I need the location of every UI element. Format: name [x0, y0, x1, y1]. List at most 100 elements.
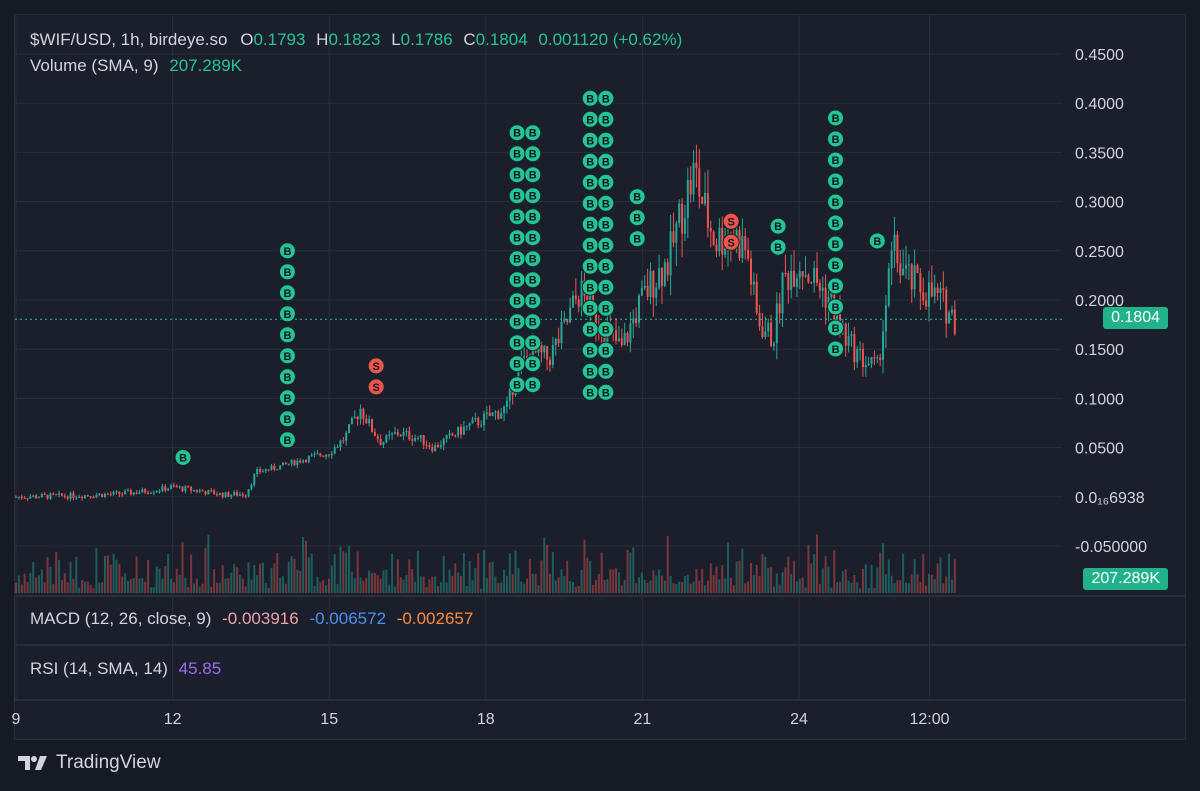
candle-body: [462, 426, 465, 435]
volume-bar: [282, 576, 285, 593]
marker-letter: B: [602, 387, 610, 399]
marker-letter: B: [832, 197, 840, 209]
volume-bar: [55, 551, 58, 593]
symbol-label[interactable]: $WIF/USD, 1h, birdeye.so: [30, 30, 227, 49]
candle-body: [190, 487, 193, 491]
volume-bar: [675, 584, 678, 593]
candle-body: [439, 445, 442, 448]
candle-body: [52, 493, 55, 495]
volume-bar: [267, 587, 270, 593]
candle-body: [615, 330, 618, 342]
volume-bar: [686, 574, 689, 593]
candle-body: [230, 495, 233, 497]
candle-body: [193, 489, 196, 491]
candle-body: [261, 471, 264, 473]
volume-bar: [293, 558, 296, 593]
volume-bar: [414, 581, 417, 593]
marker-letter: B: [602, 303, 610, 315]
candle-body: [112, 491, 115, 495]
candle-body: [58, 493, 61, 495]
candle-body: [442, 438, 445, 446]
volume-bar: [853, 575, 856, 593]
volume-bar: [632, 547, 635, 593]
marker-letter: B: [832, 134, 840, 146]
volume-bar: [503, 569, 506, 593]
candle-body: [158, 491, 161, 493]
marker-letter: B: [513, 170, 521, 182]
volume-bar: [738, 560, 741, 593]
volume-bar: [23, 573, 26, 593]
candle-body: [402, 432, 405, 437]
volume-bar: [683, 575, 686, 593]
volume-bar: [528, 558, 531, 593]
candle-body: [623, 333, 626, 345]
volume-bar: [537, 585, 540, 593]
candle-body: [913, 265, 916, 290]
candle-body: [692, 162, 695, 195]
volume-bar: [638, 577, 641, 593]
volume-bar: [276, 553, 279, 593]
candle-body: [781, 272, 784, 314]
candle-body: [640, 287, 643, 296]
volume-bar: [46, 557, 49, 593]
marker-letter: B: [602, 177, 610, 189]
volume-bar: [124, 573, 127, 593]
volume-bar: [597, 573, 600, 593]
volume-bar: [17, 575, 20, 593]
volume-bar: [948, 553, 951, 593]
volume-bar: [359, 577, 362, 593]
volume-bar: [626, 549, 629, 593]
volume-bar: [870, 564, 873, 593]
volume-bar: [864, 564, 867, 593]
candle-body: [770, 322, 773, 346]
candle-body: [675, 223, 678, 243]
volume-label[interactable]: Volume (SMA, 9): [30, 56, 159, 75]
open-value: 0.1793: [253, 30, 306, 49]
candle-body: [942, 288, 945, 290]
candle-body: [141, 489, 144, 493]
volume-bar: [388, 584, 391, 593]
volume-bar: [795, 581, 798, 593]
volume-bar: [933, 579, 936, 593]
candle-body: [204, 491, 207, 495]
volume-bar: [480, 588, 483, 593]
marker-letter: B: [513, 338, 521, 350]
candle-body: [327, 454, 330, 456]
volume-bar: [801, 577, 804, 593]
volume-bar: [101, 582, 104, 593]
tradingview-footer[interactable]: TradingView: [18, 752, 161, 774]
volume-bar: [669, 576, 672, 593]
candle-body: [695, 162, 698, 169]
marker-letter: B: [529, 191, 537, 203]
candle-body: [491, 412, 494, 417]
volume-bar: [732, 585, 735, 593]
marker-letter: B: [283, 309, 291, 321]
candle-body: [867, 363, 870, 366]
candle-body: [147, 492, 150, 494]
candle-body: [560, 321, 563, 344]
marker-letter: B: [602, 366, 610, 378]
macd-label[interactable]: MACD (12, 26, close, 9): [30, 609, 211, 628]
marker-letter: B: [513, 233, 521, 245]
rsi-label[interactable]: RSI (14, SMA, 14): [30, 659, 168, 678]
volume-bar: [709, 563, 712, 593]
volume-bar: [72, 578, 75, 593]
marker-letter: B: [586, 303, 594, 315]
marker-letter: B: [586, 387, 594, 399]
marker-letter: B: [283, 435, 291, 447]
volume-bar: [526, 578, 529, 593]
candle-body: [86, 495, 89, 497]
volume-bar: [411, 569, 414, 593]
candle-body: [660, 268, 663, 286]
candle-body: [296, 460, 299, 466]
candle-body: [129, 490, 132, 495]
volume-bar: [152, 587, 155, 593]
volume-bar: [66, 582, 69, 593]
candle-body: [907, 264, 910, 266]
candle-body: [468, 423, 471, 426]
candle-body: [92, 496, 95, 498]
volume-bar: [244, 586, 247, 593]
candle-body: [362, 408, 365, 419]
candle-body: [20, 496, 23, 498]
candle-body: [704, 192, 707, 204]
